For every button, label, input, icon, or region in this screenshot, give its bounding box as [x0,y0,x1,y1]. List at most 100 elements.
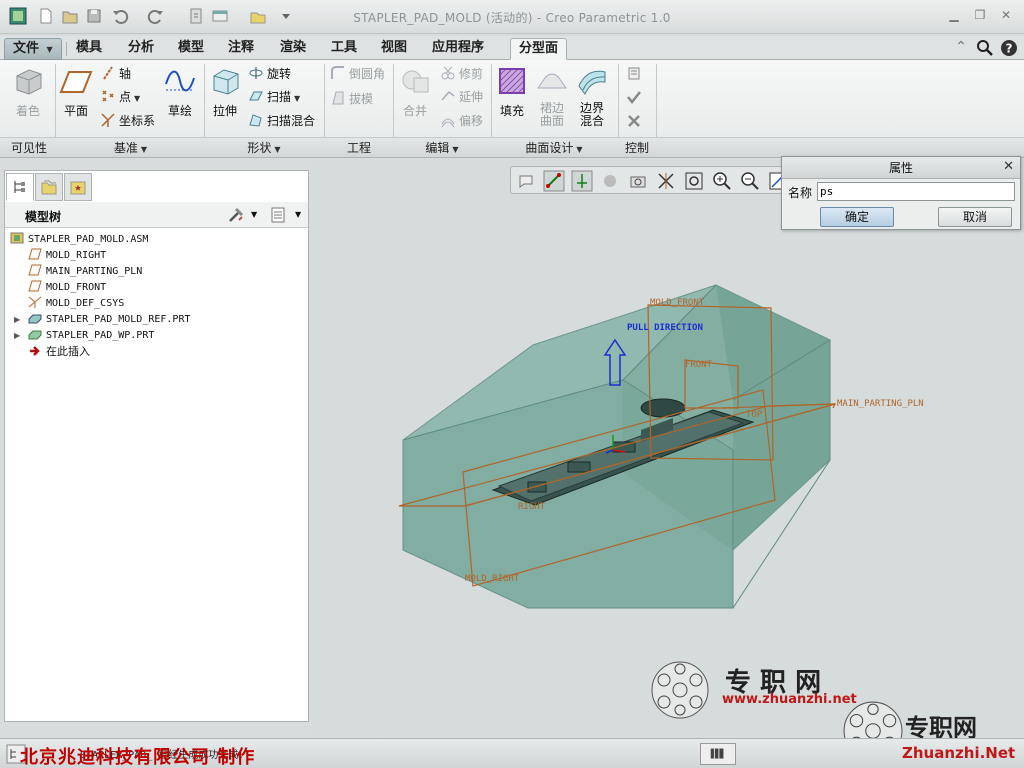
model-view[interactable] [313,160,1024,736]
group-datum[interactable]: 基准 ▼ [58,139,203,156]
minimize-button[interactable]: ▁ [946,8,962,22]
ok-button[interactable]: 确定 [820,207,894,227]
selection-filter-icon[interactable] [700,743,736,765]
tree-item-ref-part[interactable]: STAPLER_PAD_MOLD_REF.PRT [28,312,191,328]
sketch-button[interactable]: 草绘 [160,64,200,119]
checkmark-icon [626,89,642,105]
shade-button[interactable]: 着色 [8,64,48,119]
model-tree-icon [14,181,25,193]
sweep-icon [248,88,264,104]
camera-icon[interactable] [627,170,649,192]
trim-button[interactable]: 修剪 [440,64,483,84]
collapse-ribbon-icon[interactable]: ⌃ [953,40,969,54]
group-shapes[interactable]: 形状 ▼ [206,139,322,156]
model-tree-tab[interactable] [6,173,34,201]
show-icon[interactable] [269,206,287,224]
tab-tools[interactable]: 工具 [323,38,365,60]
zoom-out-icon[interactable] [739,170,761,192]
tab-annotate[interactable]: 注释 [220,38,262,60]
tab-applications[interactable]: 应用程序 [424,38,492,60]
draft-button[interactable]: 拔模 [330,89,373,109]
tree-item-insert-here[interactable]: 在此插入 [28,344,90,360]
restore-button[interactable]: ❐ [972,8,988,22]
name-field[interactable] [817,182,1015,201]
merge-button[interactable]: 合并 [397,64,433,119]
x-icon [626,113,642,129]
folder-browser-tab[interactable] [35,173,63,201]
favorites-icon [70,181,86,195]
datum-axis-display-icon[interactable] [543,170,565,192]
swept-blend-button[interactable]: 扫描混合 [248,111,315,131]
accept-button[interactable] [626,88,645,108]
dialog-title: 属性 [782,157,1020,179]
tree-item-mold-def-csys[interactable]: MOLD_DEF_CSYS [28,296,124,312]
tab-analysis[interactable]: 分析 [120,38,162,60]
point-button[interactable]: 点 ▼ [100,87,140,107]
axis-icon [100,65,116,81]
group-engineering: 工程 [346,141,371,155]
extend-button[interactable]: 延伸 [440,87,483,107]
tree-item-main-parting-pln[interactable]: MAIN_PARTING_PLN [28,264,142,280]
group-editing[interactable]: 编辑 ▼ [394,139,490,156]
fill-button[interactable]: 填充 [495,64,529,119]
tab-model[interactable]: 模型 [170,38,212,60]
model-tree-header: 模型树 ▼ ▼ [5,202,308,228]
tree-settings-icon[interactable] [227,206,245,224]
folder-icon [41,180,57,195]
refit-icon[interactable] [683,170,705,192]
revolve-button[interactable]: 旋转 [248,64,291,84]
offset-button[interactable]: 偏移 [440,111,483,131]
properties-button[interactable] [626,64,645,84]
shade-icon [11,64,45,98]
expand-wp-part-icon[interactable]: ▶ [14,331,22,341]
dialog-close-icon[interactable]: ✕ [1003,160,1014,174]
csys-button[interactable]: 坐标系 [100,111,155,131]
plane-button[interactable]: 平面 [58,64,94,119]
expand-ref-part-icon[interactable]: ▶ [14,315,22,325]
tree-settings-dropdown-icon[interactable]: ▼ [251,210,257,219]
cancel-button[interactable]: 取消 [938,207,1012,227]
datum-plane-icon [28,280,42,292]
extrude-icon [208,64,242,98]
help-icon[interactable]: ? [999,38,1019,58]
group-surface-design[interactable]: 曲面设计 ▼ [492,139,616,156]
skirt-surface-icon [535,64,569,98]
favorites-tab[interactable] [64,173,92,201]
cancel-feature-button[interactable] [626,112,645,132]
tab-file[interactable]: 文件 ▼ [4,38,62,60]
point-display-icon[interactable] [571,170,593,192]
saved-orientations-icon[interactable] [515,170,537,192]
tree-item-wp-part[interactable]: STAPLER_PAD_WP.PRT [28,328,154,344]
tab-parting-surface[interactable]: 分型面 [510,38,568,60]
csys-icon [28,296,42,308]
top-label: TOP [746,410,763,420]
axis-button[interactable]: 轴 [100,64,131,84]
tree-item-mold-right[interactable]: MOLD_RIGHT [28,248,106,264]
tab-mold[interactable]: 模具 [68,38,110,60]
spin-center-icon[interactable] [599,170,621,192]
revolve-icon [248,65,264,81]
boundary-blend-button[interactable]: 边界 混合 [574,64,610,128]
properties-icon [626,65,642,81]
search-icon[interactable] [975,38,995,58]
tab-render[interactable]: 渲染 [272,38,314,60]
close-button[interactable]: ✕ [998,8,1014,22]
title-bar: STAPLER_PAD_MOLD (活动的) - Creo Parametric… [0,0,1024,34]
show-dropdown-icon[interactable]: ▼ [295,210,301,219]
round-button[interactable]: 倒圆角 [330,64,385,84]
model-tree-title: 模型树 [25,210,62,224]
tree-item-assembly[interactable]: STAPLER_PAD_MOLD.ASM [10,232,148,248]
sweep-button[interactable]: 扫描 ▼ [248,87,300,107]
annotation-display-icon[interactable] [655,170,677,192]
tree-item-mold-front[interactable]: MOLD_FRONT [28,280,106,296]
svg-text:?: ? [1006,42,1013,56]
zoom-in-icon[interactable] [711,170,733,192]
skirt-surface-button[interactable]: 裙边 曲面 [533,64,571,128]
window-title: STAPLER_PAD_MOLD (活动的) - Creo Parametric… [353,11,671,25]
part-icon [28,312,42,324]
graphics-viewport[interactable]: MOLD_FRONT PULL DIRECTION FRONT TOP MAIN… [313,160,1024,736]
producer-credit: 北京兆迪科技有限公司 制作 [20,747,256,768]
round-icon [330,65,346,81]
tab-view[interactable]: 视图 [373,38,415,60]
extrude-button[interactable]: 拉伸 [207,64,243,119]
